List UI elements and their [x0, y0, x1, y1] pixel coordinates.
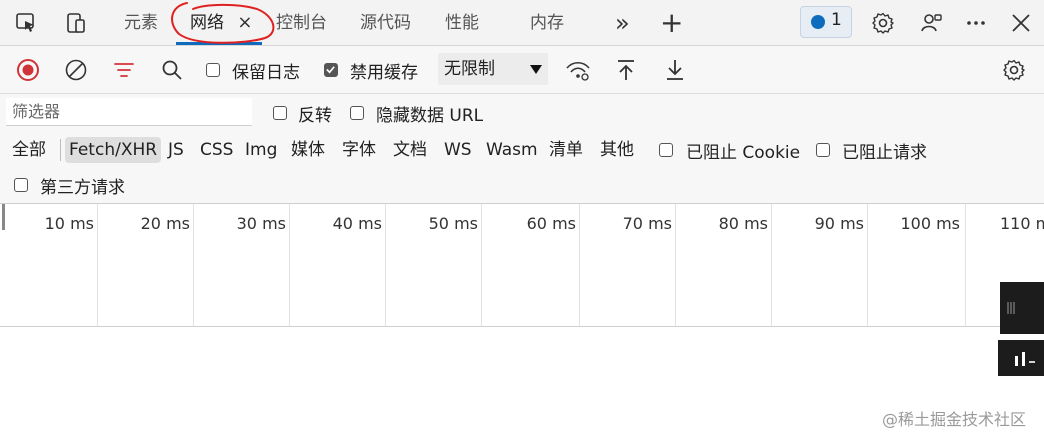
timeline-tick-label: 70 ms: [622, 214, 672, 233]
network-toolbar: 保留日志 禁用缓存 无限制: [0, 46, 1044, 94]
timeline-tick-label: 50 ms: [428, 214, 478, 233]
type-filter-wasm[interactable]: Wasm: [486, 137, 538, 163]
blocked-cookies-label: 已阻止 Cookie: [686, 143, 801, 163]
type-filter-media[interactable]: 媒体: [291, 137, 325, 163]
throttling-select[interactable]: 无限制: [438, 53, 548, 85]
type-filter-manifest[interactable]: 清单: [549, 137, 583, 163]
inspect-element-icon[interactable]: [12, 9, 40, 37]
disable-cache-checkbox[interactable]: [324, 63, 338, 77]
timeline-tick-label: 80 ms: [718, 214, 768, 233]
type-filter-doc[interactable]: 文档: [393, 137, 427, 163]
tab-elements[interactable]: 元素: [124, 0, 158, 46]
timeline-tick-label: 40 ms: [332, 214, 382, 233]
disable-cache-label: 禁用缓存: [350, 63, 418, 83]
tab-performance[interactable]: 性能: [445, 0, 479, 46]
side-panel-chart-button[interactable]: [998, 340, 1044, 376]
type-filter-css[interactable]: CSS: [200, 137, 233, 163]
timeline-tick-label: 60 ms: [526, 214, 576, 233]
timeline-gridline: [97, 204, 98, 326]
add-tab-icon[interactable]: +: [660, 0, 683, 46]
type-filter-all[interactable]: 全部: [12, 137, 46, 163]
grip-icon: [1007, 302, 1015, 314]
timeline-gridline: [481, 204, 482, 326]
type-filter-js[interactable]: JS: [168, 137, 184, 163]
timeline-tick-label: 20 ms: [140, 214, 190, 233]
record-icon[interactable]: [14, 56, 42, 84]
tab-memory[interactable]: 内存: [530, 0, 564, 46]
timeline-gridline: [579, 204, 580, 326]
type-filter-ws[interactable]: WS: [444, 137, 472, 163]
tab-sources[interactable]: 源代码: [360, 0, 411, 46]
clear-icon[interactable]: [62, 56, 90, 84]
preserve-log-checkbox[interactable]: [206, 63, 220, 77]
throttling-value: 无限制: [444, 59, 495, 79]
issues-count: 1: [831, 10, 842, 30]
type-filter-other[interactable]: 其他: [600, 137, 634, 163]
connect-icon[interactable]: [918, 9, 946, 37]
more-tabs-icon[interactable]: »: [615, 0, 630, 46]
export-har-icon[interactable]: [661, 56, 689, 84]
hide-data-urls-checkbox[interactable]: [350, 106, 364, 120]
issues-badge[interactable]: 1: [800, 6, 852, 38]
type-filter-font[interactable]: 字体: [342, 137, 376, 163]
timeline-gridline: [965, 204, 966, 326]
chat-bubble-icon: [811, 15, 825, 29]
network-conditions-icon[interactable]: [564, 56, 592, 84]
timeline-left-handle[interactable]: [2, 204, 5, 230]
import-har-icon[interactable]: [612, 56, 640, 84]
tab-console[interactable]: 控制台: [276, 0, 327, 46]
timeline-tick-label: 90 ms: [814, 214, 864, 233]
annotation-circle: [171, 2, 275, 44]
devtools-tab-bar: 元素 网络 × 控制台 源代码 性能 内存 » + 1: [0, 0, 1044, 46]
more-options-icon[interactable]: [962, 9, 990, 37]
watermark: @稀土掘金技术社区: [881, 410, 1026, 429]
bar-chart-icon: [1015, 352, 1035, 366]
timeline-tick-label: 30 ms: [236, 214, 286, 233]
gear-icon[interactable]: [869, 9, 897, 37]
invert-checkbox[interactable]: [273, 106, 287, 120]
timeline-gridline: [867, 204, 868, 326]
side-panel-grip[interactable]: [1000, 282, 1044, 334]
network-settings-gear-icon[interactable]: [1000, 56, 1028, 84]
blocked-cookies-checkbox[interactable]: [659, 143, 673, 157]
timeline-gridline: [675, 204, 676, 326]
type-filter-divider: [60, 139, 61, 161]
timeline-tick-label: 110 ms: [1000, 214, 1044, 233]
search-icon[interactable]: [158, 56, 186, 84]
invert-label: 反转: [298, 106, 332, 126]
network-overview-timeline[interactable]: 10 ms 20 ms 30 ms 40 ms 50 ms 60 ms 70 m…: [0, 204, 1044, 327]
timeline-tick-label-clip: 110 ms: [1000, 214, 1044, 236]
timeline-gridline: [193, 204, 194, 326]
hide-data-urls-label: 隐藏数据 URL: [376, 106, 484, 126]
device-emulation-icon[interactable]: [62, 9, 90, 37]
caret-down-icon: [530, 65, 542, 74]
type-filter-fetch-xhr[interactable]: Fetch/XHR: [65, 137, 162, 163]
timeline-tick-label: 10 ms: [44, 214, 94, 233]
timeline-tick-label: 100 ms: [900, 214, 960, 233]
timeline-gridline: [771, 204, 772, 326]
third-party-label: 第三方请求: [40, 178, 125, 198]
blocked-requests-checkbox[interactable]: [816, 143, 830, 157]
close-devtools-icon[interactable]: [1007, 9, 1035, 37]
timeline-gridline: [289, 204, 290, 326]
filter-icon[interactable]: [110, 56, 138, 84]
timeline-gridline: [385, 204, 386, 326]
preserve-log-label: 保留日志: [232, 63, 300, 83]
third-party-checkbox[interactable]: [14, 178, 28, 192]
type-filter-img[interactable]: Img: [245, 137, 277, 163]
blocked-requests-label: 已阻止请求: [842, 143, 927, 163]
filter-input[interactable]: [6, 98, 252, 126]
